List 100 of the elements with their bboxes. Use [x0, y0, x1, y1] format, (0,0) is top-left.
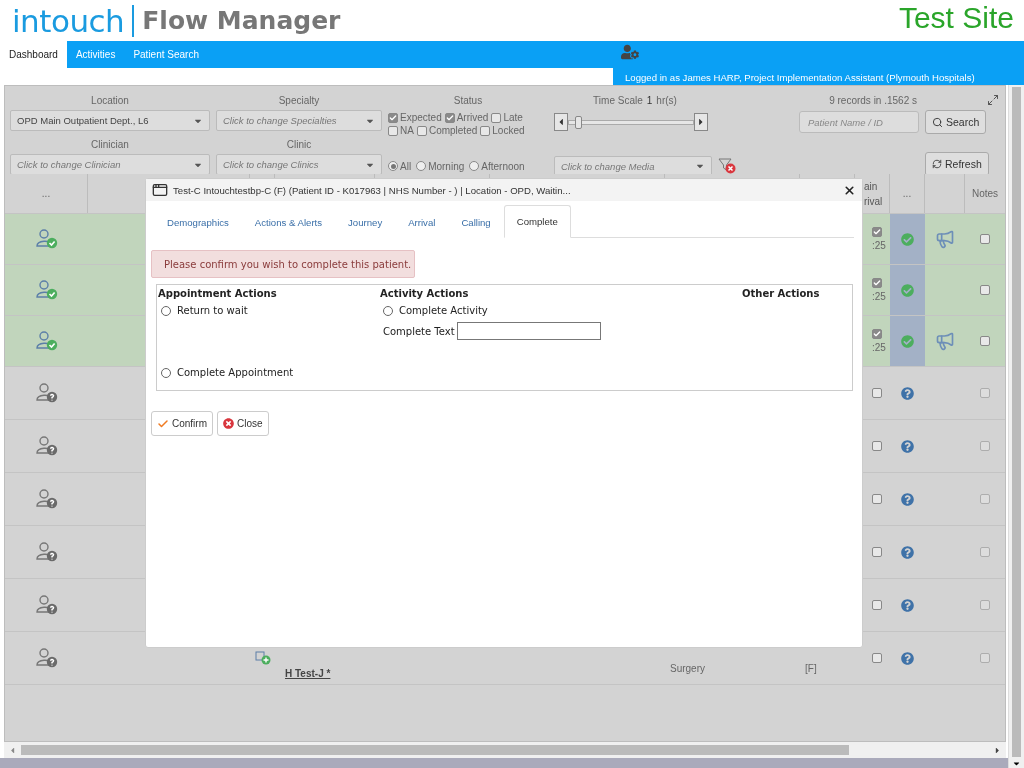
arrived-checkbox[interactable] [872, 441, 882, 451]
question-icon[interactable] [901, 598, 914, 612]
section-heading: Appointment Actions [158, 288, 278, 299]
site-label: Test Site [898, 1, 1014, 35]
slider-thumb[interactable] [575, 115, 583, 129]
arrived-checkbox[interactable] [872, 388, 882, 398]
check-icon [157, 417, 169, 430]
specialty-select[interactable]: Click to change Specialties [216, 110, 382, 131]
column-header: Notes [970, 187, 1000, 201]
dialog-tab[interactable]: Complete [503, 205, 571, 238]
checkbox-label: Completed [428, 125, 478, 136]
dialog-title: Test-C Intouchtestbp-C (F) (Patient ID - K017963 | NHS Number - ) | Location - OPD, Waitin... [173, 184, 572, 196]
radio-label: Morning [428, 160, 465, 172]
question-icon[interactable] [901, 651, 914, 665]
close-icon[interactable] [843, 183, 856, 197]
gender-text: [F] [805, 663, 817, 674]
patient-name-link[interactable]: H Test-J * [275, 668, 331, 679]
confirm-button[interactable]: Confirm [151, 411, 213, 436]
close-button[interactable]: Close [217, 411, 269, 436]
status-checkbox[interactable] [388, 112, 398, 123]
user-settings-icon[interactable] [621, 43, 639, 61]
column-header: ... [5, 174, 88, 213]
confirm-alert: Please confirm you wish to complete this patient. [151, 250, 415, 278]
refresh-icon [932, 159, 942, 169]
checkbox-label: NA [400, 125, 414, 136]
logged-in-text: Logged in as James HARP, Project Implementation Assistant (Plymouth Hospitals) [625, 72, 976, 83]
notes-checkbox[interactable] [980, 336, 990, 346]
session-radio[interactable] [416, 161, 427, 171]
arrived-checkbox[interactable] [872, 600, 882, 610]
slider-left-button[interactable] [554, 113, 568, 131]
media-select[interactable]: Click to change Media [554, 155, 712, 177]
checkbox-label: Expected [400, 112, 442, 123]
status-checkbox[interactable] [388, 125, 398, 136]
checkbox-label: Late [503, 112, 523, 123]
search-button[interactable]: Search [925, 110, 987, 134]
radio-label: Complete Appointment [177, 367, 294, 378]
column-header: ... [890, 174, 925, 213]
session-radio[interactable] [388, 161, 398, 171]
field-label: Location [90, 94, 130, 106]
specialty-text: Surgery [670, 663, 705, 674]
time-scale-label: Time Scale [593, 94, 643, 106]
question-icon[interactable] [901, 545, 914, 559]
arrived-checkbox[interactable] [872, 547, 882, 557]
radio-label: Return to wait [177, 305, 248, 316]
status-checkbox[interactable] [480, 125, 491, 136]
window-icon [152, 182, 168, 198]
column-header: ain rival [864, 179, 884, 209]
time-text: :25 [872, 291, 886, 302]
vertical-scrollbar[interactable] [1008, 85, 1024, 768]
product-name: Flow Manager [142, 6, 341, 35]
radio-label: All [400, 160, 412, 172]
checkbox-label: Locked [492, 125, 525, 136]
arrived-checkbox[interactable] [872, 227, 882, 237]
time-text: :25 [872, 342, 886, 353]
refresh-button[interactable]: Refresh [925, 152, 989, 176]
time-scale-slider[interactable] [554, 112, 708, 132]
status-checkbox[interactable] [416, 125, 427, 136]
question-icon[interactable] [901, 439, 914, 453]
location-select[interactable]: OPD Main Outpatient Dept., L6 [10, 110, 210, 131]
status-checkbox[interactable] [444, 112, 455, 123]
slider-right-button[interactable] [694, 113, 708, 131]
status-checkbox[interactable] [491, 112, 502, 123]
close-icon [223, 418, 234, 429]
radio-label: Complete Activity [399, 305, 488, 316]
question-icon[interactable] [901, 492, 914, 506]
section-heading: Activity Actions [380, 288, 470, 299]
clear-filter-icon[interactable] [718, 158, 736, 174]
megaphone-icon[interactable] [935, 229, 955, 249]
scroll-left-icon[interactable] [8, 745, 17, 755]
arrived-checkbox[interactable] [872, 329, 882, 339]
records-count: 9 records in .1562 s [829, 94, 917, 106]
complete-text-field[interactable] [456, 322, 601, 340]
notes-checkbox[interactable] [980, 234, 990, 244]
arrived-checkbox[interactable] [872, 653, 882, 663]
arrived-checkbox[interactable] [872, 494, 882, 504]
add-activity-icon[interactable] [254, 651, 271, 665]
field-label: Complete Text [383, 325, 455, 337]
section-heading: Other Actions [742, 288, 821, 299]
horizontal-scrollbar[interactable] [4, 742, 1006, 758]
checkbox-label: Arrived [456, 112, 489, 123]
scroll-right-icon[interactable] [993, 745, 1002, 755]
scroll-down-icon[interactable] [1012, 759, 1021, 768]
field-label: Status [452, 94, 484, 106]
time-text: :25 [872, 240, 886, 251]
notes-checkbox[interactable] [980, 285, 990, 295]
time-scale-value: 1 [646, 94, 653, 106]
question-icon[interactable] [901, 386, 914, 400]
clinician-select[interactable]: Click to change Clinician [10, 154, 210, 175]
session-radio[interactable] [469, 161, 480, 171]
arrived-checkbox[interactable] [872, 278, 882, 288]
time-scale-unit: hr(s) [656, 94, 677, 106]
fullscreen-icon[interactable] [987, 94, 999, 106]
clinic-select[interactable]: Click to change Clinics [216, 154, 382, 175]
field-label: Specialty [277, 94, 321, 106]
nav-tab[interactable]: Dashboard [0, 41, 67, 68]
radio-label: Afternoon [481, 160, 525, 172]
megaphone-icon[interactable] [935, 331, 955, 351]
logo-text: intouch [12, 2, 125, 39]
field-label: Clinic [285, 138, 313, 150]
patient-search-field[interactable]: Patient Name / ID [799, 111, 919, 133]
